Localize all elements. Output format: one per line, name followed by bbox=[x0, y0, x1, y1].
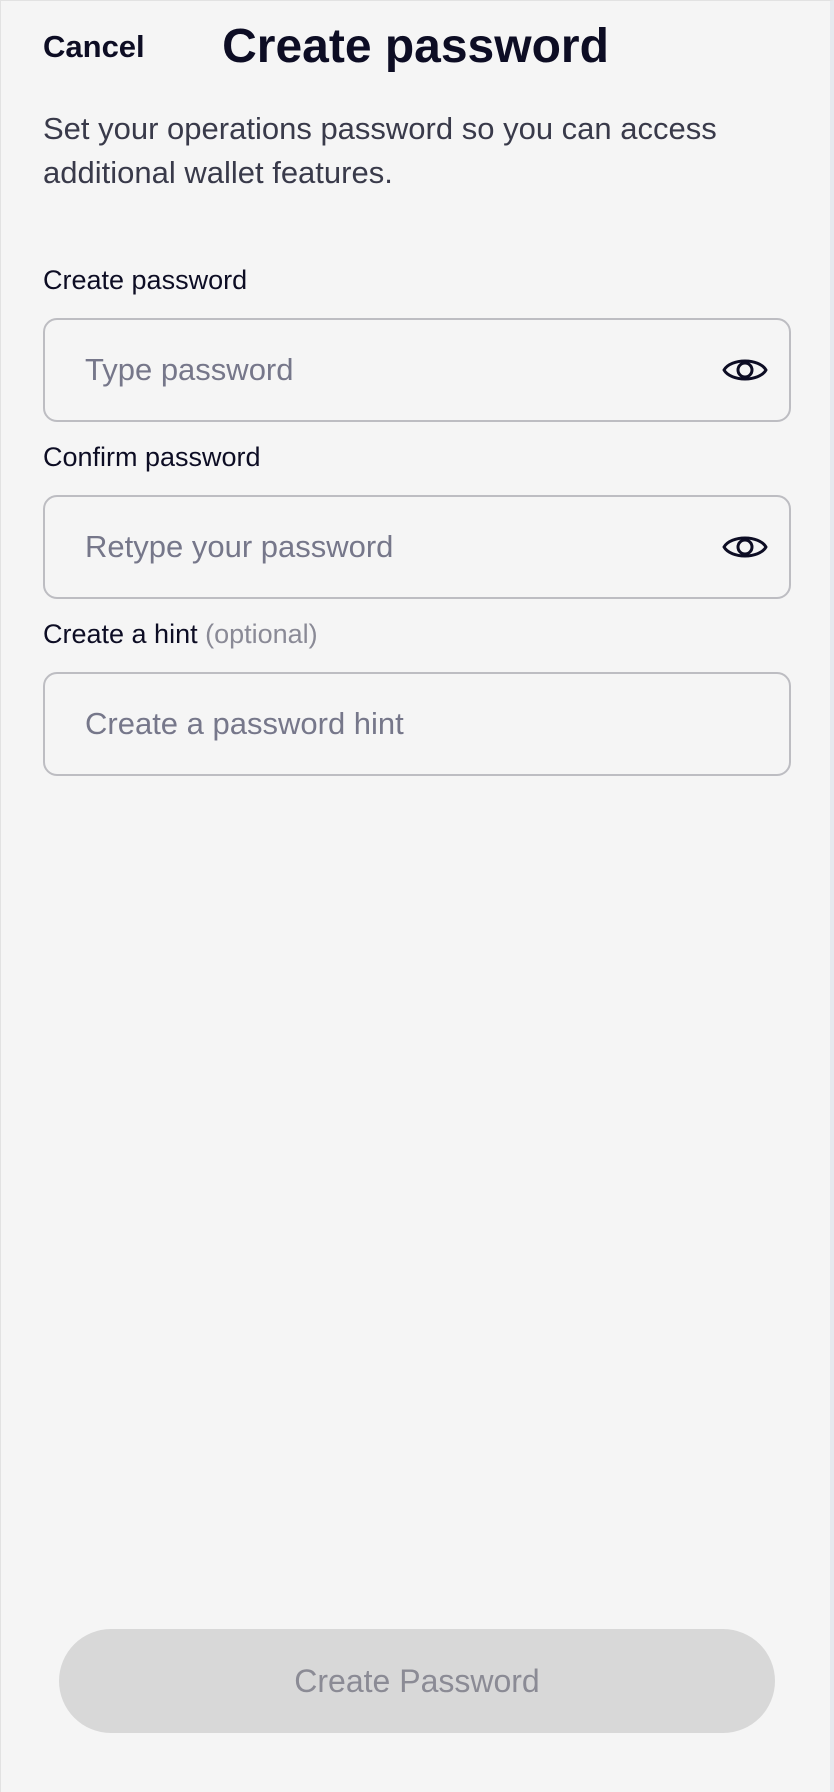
password-label: Create password bbox=[43, 265, 248, 295]
hint-input[interactable] bbox=[85, 674, 685, 774]
eye-icon[interactable] bbox=[721, 350, 769, 390]
password-field bbox=[43, 318, 791, 422]
create-password-button[interactable]: Create Password bbox=[59, 1629, 775, 1733]
page-description: Set your operations password so you can … bbox=[43, 111, 717, 190]
hint-field bbox=[43, 672, 791, 776]
header: Cancel Create password bbox=[1, 1, 830, 93]
optional-tag: (optional) bbox=[205, 619, 318, 649]
page-title: Create password bbox=[222, 20, 609, 73]
hint-label: Create a hint (optional) bbox=[43, 619, 318, 650]
confirm-password-field bbox=[43, 495, 791, 599]
hint-label-text: Create a hint bbox=[43, 619, 198, 649]
eye-icon[interactable] bbox=[721, 527, 769, 567]
create-password-screen: Cancel Create password Set your operatio… bbox=[0, 0, 834, 1792]
confirm-password-label: Confirm password bbox=[43, 442, 261, 472]
confirm-password-input[interactable] bbox=[85, 497, 685, 597]
password-input[interactable] bbox=[85, 320, 685, 420]
